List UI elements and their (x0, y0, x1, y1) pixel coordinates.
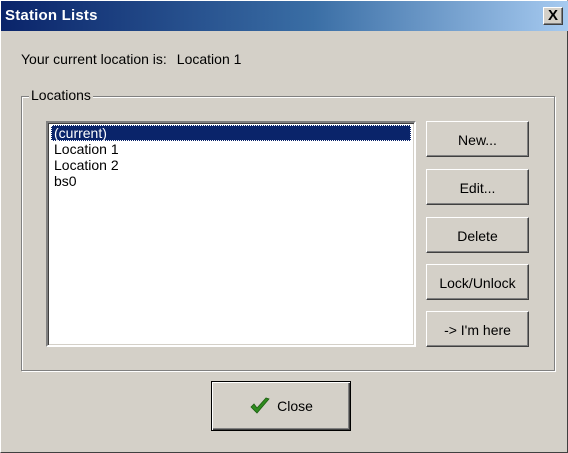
close-icon: X (547, 7, 558, 24)
im-here-button[interactable]: -> I'm here (426, 311, 529, 347)
list-item[interactable]: (current) (51, 125, 411, 141)
new-button[interactable]: New... (426, 121, 529, 157)
list-item[interactable]: bs0 (51, 173, 411, 189)
lock-unlock-button[interactable]: Lock/Unlock (426, 264, 529, 300)
list-item[interactable]: Location 2 (51, 157, 411, 173)
current-location-label: Your current location is: (21, 51, 167, 67)
close-button-label: Close (277, 398, 313, 414)
edit-button[interactable]: Edit... (426, 169, 529, 205)
delete-button[interactable]: Delete (426, 217, 529, 253)
current-location-line: Your current location is: Location 1 (21, 51, 241, 67)
locations-group-label: Locations (29, 87, 93, 103)
locations-listbox[interactable]: (current) Location 1 Location 2 bs0 (46, 121, 416, 347)
check-icon (250, 397, 270, 414)
window-close-button[interactable]: X (543, 7, 563, 25)
title-bar[interactable]: Station Lists X (1, 1, 568, 31)
station-lists-dialog: Station Lists X Your current location is… (0, 0, 568, 453)
close-button[interactable]: Close (211, 381, 351, 431)
window-title: Station Lists (5, 7, 98, 24)
current-location-value: Location 1 (176, 51, 242, 67)
list-item[interactable]: Location 1 (51, 141, 411, 157)
